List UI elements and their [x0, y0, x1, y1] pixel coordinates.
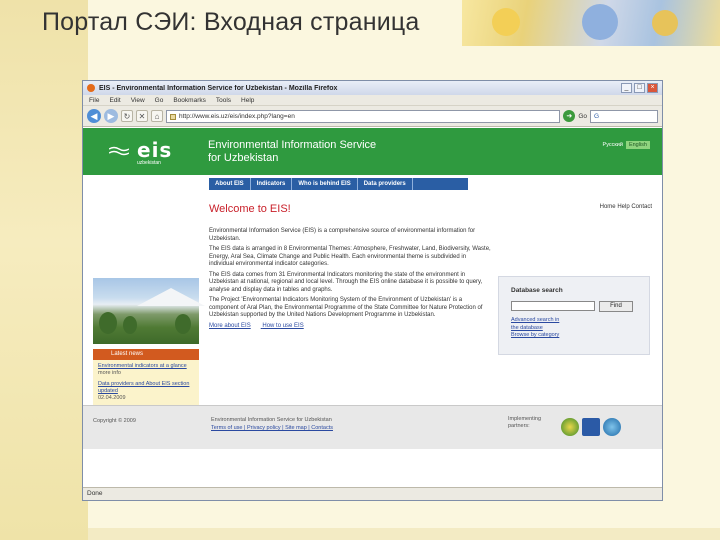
landscape-photo: [93, 278, 205, 344]
address-bar[interactable]: http://www.eis.uz/eis/index.php?lang=en: [166, 109, 561, 123]
browse-category-link[interactable]: Browse by category: [511, 332, 649, 340]
site-name-line1: Environmental Information Service: [208, 139, 377, 151]
site-nav: About EIS Indicators Who is behind EIS D…: [209, 178, 468, 190]
page-title: Welcome to EIS!: [209, 203, 291, 215]
page-viewport: eis uzbekistan Environmental Information…: [83, 128, 662, 488]
advanced-search-link[interactable]: Advanced search in: [511, 317, 649, 325]
menu-help[interactable]: Help: [241, 97, 254, 104]
nav-data-providers[interactable]: Data providers: [358, 178, 413, 190]
browser-window: EIS - Environmental Information Service …: [82, 80, 663, 501]
footer-links[interactable]: Terms of use | Privacy policy | Site map…: [211, 424, 333, 432]
partner-logos: [561, 418, 621, 436]
language-switcher: Русский English: [603, 141, 650, 149]
address-value: http://www.eis.uz/eis/index.php?lang=en: [179, 112, 295, 120]
menu-tools[interactable]: Tools: [216, 97, 231, 104]
news-item-date: 02.04.2009: [98, 395, 126, 401]
go-icon[interactable]: ➜: [563, 110, 576, 122]
nav-indicators[interactable]: Indicators: [251, 178, 293, 190]
copyright: Copyright © 2009: [93, 418, 136, 424]
find-button[interactable]: Find: [599, 301, 633, 312]
news-heading: Latest news: [93, 349, 199, 360]
lang-russian[interactable]: Русский: [603, 142, 623, 148]
navigation-toolbar: ◀ ▶ ↻ ✕ ⌂ http://www.eis.uz/eis/index.ph…: [83, 106, 662, 127]
site-name: Environmental Information Service for Uz…: [208, 139, 376, 165]
maximize-button[interactable]: □: [634, 83, 645, 93]
slide-title: Портал СЭИ: Входная страница: [42, 8, 420, 36]
menu-bar: File Edit View Go Bookmarks Tools Help: [83, 95, 662, 106]
undp-logo-icon[interactable]: [582, 418, 600, 436]
page-icon: [170, 113, 176, 120]
slide-bottom-band: [88, 528, 720, 540]
data-paragraph: The EIS data comes from 31 Environmental…: [209, 271, 483, 293]
menu-go[interactable]: Go: [155, 97, 164, 104]
news-item[interactable]: Environmental indicators at a glance: [98, 363, 194, 370]
menu-edit[interactable]: Edit: [109, 97, 120, 104]
menu-view[interactable]: View: [131, 97, 145, 104]
news-item[interactable]: Data providers and About EIS section upd…: [98, 381, 194, 395]
slide-side-band: [0, 0, 88, 540]
database-search-panel: Database search Find Advanced search in …: [498, 276, 650, 355]
lang-english[interactable]: English: [625, 141, 650, 149]
how-to-use-link[interactable]: How to use EIS: [262, 323, 303, 329]
reload-button[interactable]: ↻: [121, 110, 133, 122]
status-bar: Done: [83, 487, 662, 500]
advanced-search-link-2[interactable]: the database: [511, 325, 649, 333]
partner-logo-1-icon[interactable]: [561, 418, 579, 436]
back-button[interactable]: ◀: [87, 109, 101, 123]
main-content: Environmental Information Service (EIS) …: [209, 228, 491, 330]
nav-about[interactable]: About EIS: [209, 178, 251, 190]
partners-label-line2: partners:: [508, 423, 530, 429]
close-button[interactable]: ×: [647, 83, 658, 93]
site-header: eis uzbekistan Environmental Information…: [83, 128, 662, 175]
news-item-meta: more info: [98, 370, 121, 376]
go-button-label[interactable]: Go: [578, 113, 587, 120]
minimize-button[interactable]: _: [621, 83, 632, 93]
window-titlebar[interactable]: EIS - Environmental Information Service …: [83, 81, 662, 95]
site-name-line2: for Uzbekistan: [208, 152, 279, 164]
top-links[interactable]: Home Help Contact: [600, 204, 652, 210]
database-search-input[interactable]: [511, 301, 595, 311]
partner-logo-3-icon[interactable]: [603, 418, 621, 436]
slide-decoration: [462, 0, 720, 46]
project-paragraph: The Project 'Environmental Indicators Mo…: [209, 297, 483, 318]
nav-who[interactable]: Who is behind EIS: [292, 178, 358, 190]
themes-paragraph: The EIS data is arranged in 8 Environmen…: [209, 246, 491, 267]
logo-waves-icon: [109, 146, 129, 156]
partners-label-line1: Implementing: [508, 416, 542, 422]
search-input[interactable]: G: [590, 109, 658, 123]
window-title: EIS - Environmental Information Service …: [99, 84, 338, 92]
menu-file[interactable]: File: [89, 97, 99, 104]
database-search-title: Database search: [511, 287, 563, 294]
site-footer: Copyright © 2009 Environmental Informati…: [83, 405, 662, 449]
more-about-link[interactable]: More about EIS: [209, 323, 251, 329]
intro-paragraph: Environmental Information Service (EIS) …: [209, 228, 476, 242]
forward-button[interactable]: ▶: [104, 109, 118, 123]
menu-bookmarks[interactable]: Bookmarks: [173, 97, 206, 104]
partners-label: Implementing partners:: [508, 416, 541, 430]
stop-button[interactable]: ✕: [136, 110, 148, 122]
footer-site-name: Environmental Information Service for Uz…: [211, 417, 332, 423]
home-button[interactable]: ⌂: [151, 110, 163, 122]
firefox-icon: [87, 84, 95, 92]
